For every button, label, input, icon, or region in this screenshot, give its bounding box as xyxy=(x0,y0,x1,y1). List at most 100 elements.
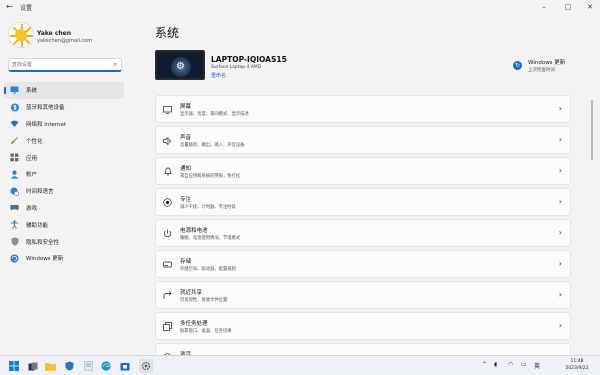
clock-date: 2023/9/22 xyxy=(565,366,589,371)
sidebar-item-label: 辅助功能 xyxy=(26,222,49,229)
windows-update-icon: ↻ xyxy=(513,61,522,70)
store-icon[interactable] xyxy=(119,360,131,372)
sidebar-item-label: 网络和 Internet xyxy=(26,121,67,128)
taskview-icon[interactable] xyxy=(27,360,39,372)
sidebar-item-gaming[interactable]: 游戏 xyxy=(4,200,124,217)
sidebar-item-label: 时间和语言 xyxy=(26,189,54,196)
card-title: 声音 xyxy=(180,135,192,141)
windows-update-icon xyxy=(10,254,19,263)
rename-link[interactable]: 重命名 xyxy=(211,72,226,79)
card-subtitle: 减少干扰、计时器、专注时段 xyxy=(180,205,236,210)
file-explorer-icon[interactable] xyxy=(44,360,56,372)
search-input[interactable] xyxy=(12,60,107,70)
card-title: 就近共享 xyxy=(180,290,203,296)
edge-icon[interactable] xyxy=(100,360,112,372)
sidebar-item-label: Windows 更新 xyxy=(26,256,64,263)
speaker-icon[interactable]: ◖ xyxy=(494,361,497,368)
settings-card-sound[interactable]: 声音 音量级别、输出、输入、声音设备 › xyxy=(155,126,571,154)
search-icon[interactable]: ⌕ xyxy=(114,61,117,69)
settings-card-notifications[interactable]: 通知 来自应用和系统的警报，免打扰 › xyxy=(155,157,571,185)
card-title: 通知 xyxy=(180,166,192,172)
sidebar-item-bluetooth[interactable]: 蓝牙和其他设备 xyxy=(4,99,124,116)
settings-card-multitasking[interactable]: 多任务处理 贴靠窗口、桌面、任务切换 › xyxy=(155,312,571,340)
sidebar-item-label: 蓝牙和其他设备 xyxy=(26,105,65,112)
language-icon[interactable]: 英 xyxy=(534,361,540,370)
sidebar-item-label: 游戏 xyxy=(26,205,38,212)
sidebar-item-apps[interactable]: 应用 xyxy=(4,149,124,166)
windows-update-subtitle: 上次检查时间 xyxy=(528,68,555,73)
sidebar-item-system[interactable]: 系统 xyxy=(4,82,124,99)
wifi-icon[interactable]: ◠ xyxy=(508,361,513,368)
card-subtitle: 睡眠、电池使用情况、节电模式 xyxy=(180,236,241,241)
sidebar-item-accessibility[interactable]: 辅助功能 xyxy=(4,216,124,233)
sidebar-nav: 系统 蓝牙和其他设备 网络和 Internet 个性化 应用 帐户 时间和语言 … xyxy=(4,82,124,267)
settings-card-storage[interactable]: 存储 存储空间、驱动器、配置规则 › xyxy=(155,250,571,278)
clock[interactable]: 11:48 2023/9/22 xyxy=(558,358,596,372)
security-icon[interactable] xyxy=(63,360,75,372)
settings-card-power[interactable]: 电源和电池 睡眠、电池使用情况、节电模式 › xyxy=(155,219,571,247)
sidebar-item-privacy[interactable]: 隐私和安全性 xyxy=(4,233,124,250)
back-icon[interactable]: ← xyxy=(6,2,13,11)
user-name: Yake chen xyxy=(37,30,71,37)
card-subtitle: 贴靠窗口、桌面、任务切换 xyxy=(180,329,232,334)
settings-card-nearby-sharing[interactable]: 就近共享 可发现性、接收文件位置 › xyxy=(155,281,571,309)
maximize-button[interactable]: ▢ xyxy=(560,0,576,14)
minimize-button[interactable]: – xyxy=(536,0,552,14)
brush-icon xyxy=(10,136,19,145)
device-name: LAPTOP-IQIOAS15 xyxy=(211,55,287,64)
title-bar: ← 设置 – ▢ ✕ xyxy=(0,0,600,14)
bluetooth-icon xyxy=(10,103,19,112)
scrollbar[interactable] xyxy=(591,100,593,160)
chevron-up-icon[interactable]: ⌃ xyxy=(482,361,487,368)
sidebar-item-label: 系统 xyxy=(26,88,38,95)
settings-card-display[interactable]: 屏幕 显示器、亮度、夜间模式、显示描述 › xyxy=(155,95,571,123)
settings-window: ← 设置 – ▢ ✕ Yake chen yakechen@gmail.com … xyxy=(0,0,600,371)
card-title: 存储 xyxy=(180,259,192,265)
clock-time: 11:48 xyxy=(570,359,584,364)
globe-clock-icon xyxy=(10,187,19,196)
settings-cards: 屏幕 显示器、亮度、夜间模式、显示描述 › 声音 音量级别、输出、输入、声音设备… xyxy=(155,95,571,374)
monitor-icon xyxy=(10,86,19,95)
sidebar-item-label: 个性化 xyxy=(26,138,43,145)
close-button[interactable]: ✕ xyxy=(582,0,598,14)
notepad-icon[interactable] xyxy=(82,360,94,372)
avatar[interactable] xyxy=(8,22,34,48)
sidebar-item-windows-update[interactable]: Windows 更新 xyxy=(4,250,124,267)
share-icon xyxy=(163,291,172,300)
card-title: 专注 xyxy=(180,197,192,203)
chevron-right-icon: › xyxy=(558,135,562,144)
settings-card-focus[interactable]: 专注 减少干扰、计时器、专注时段 › xyxy=(155,188,571,216)
card-subtitle: 存储空间、驱动器、配置规则 xyxy=(180,267,236,272)
chevron-right-icon: › xyxy=(558,321,562,330)
start-icon[interactable] xyxy=(8,360,20,372)
chevron-right-icon: › xyxy=(558,290,562,299)
user-email: yakechen@gmail.com xyxy=(37,38,93,44)
focus-icon xyxy=(163,198,172,207)
shield-icon xyxy=(10,237,19,246)
sidebar-item-personalization[interactable]: 个性化 xyxy=(4,132,124,149)
search-box[interactable]: ⌕ xyxy=(8,58,122,72)
multitask-icon xyxy=(163,322,172,331)
sidebar-item-network[interactable]: 网络和 Internet xyxy=(4,116,124,133)
sidebar-item-accounts[interactable]: 帐户 xyxy=(4,166,124,183)
sidebar-item-label: 帐户 xyxy=(26,172,38,179)
sidebar-item-label: 应用 xyxy=(26,155,38,162)
card-title: 电源和电池 xyxy=(180,228,208,234)
sidebar-item-label: 隐私和安全性 xyxy=(26,239,60,246)
battery-icon[interactable]: ▭ xyxy=(521,361,527,368)
windows-update-status[interactable]: ↻ Windows 更新 上次检查时间 xyxy=(513,57,593,77)
wallpaper-mark-icon: ⚙ xyxy=(176,61,185,72)
chevron-right-icon: › xyxy=(558,104,562,113)
apps-icon xyxy=(10,153,19,162)
page-title: 系统 xyxy=(155,26,180,40)
bell-icon xyxy=(163,167,172,176)
card-title: 多任务处理 xyxy=(180,321,208,327)
sidebar-item-time-language[interactable]: 时间和语言 xyxy=(4,183,124,200)
gamepad-icon xyxy=(10,203,19,212)
settings-icon[interactable] xyxy=(139,359,153,373)
device-wallpaper-thumbnail: ⚙ xyxy=(155,50,205,80)
card-subtitle: 可发现性、接收文件位置 xyxy=(180,298,228,303)
card-title: 屏幕 xyxy=(180,104,192,110)
taskbar: ⌃ ◖ ◠ ▭ 英 11:48 2023/9/22 xyxy=(0,355,600,375)
network-icon xyxy=(10,119,19,128)
